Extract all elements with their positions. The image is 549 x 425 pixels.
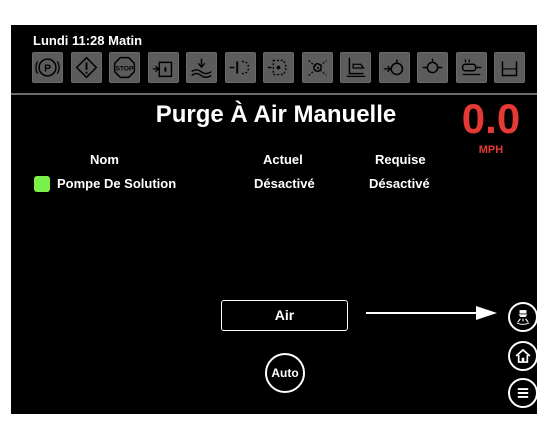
air-button[interactable]: Air xyxy=(221,300,348,331)
stop-icon: STOP xyxy=(109,52,140,83)
speed-readout: 0.0 xyxy=(461,95,521,142)
recovery-tank-icon xyxy=(186,52,217,83)
home-button[interactable] xyxy=(508,341,538,371)
date-time: Lundi 11:28 Matin xyxy=(33,33,143,48)
auto-button[interactable]: Auto xyxy=(265,353,305,393)
parking-brake-icon: P xyxy=(32,52,63,83)
svg-text:STOP: STOP xyxy=(116,65,134,72)
brush-icon xyxy=(224,52,256,83)
home-icon xyxy=(515,348,531,363)
column-header-actual: Actuel xyxy=(263,152,303,167)
machine-display: Lundi 11:28 Matin P STOP Purge À Air Man… xyxy=(11,25,538,414)
detergent-icon xyxy=(378,52,410,83)
row-required: Désactivé xyxy=(369,176,430,191)
warning-icon xyxy=(70,52,102,83)
column-header-name: Nom xyxy=(90,152,119,167)
hopper-icon xyxy=(494,52,525,83)
status-indicator xyxy=(34,176,50,192)
filter-icon xyxy=(455,52,487,83)
page-title: Purge À Air Manuelle xyxy=(155,101,397,128)
status-icon-bar: P STOP xyxy=(32,52,532,86)
engine-oil-icon xyxy=(417,52,448,83)
menu-button[interactable] xyxy=(508,378,538,408)
side-brush-icon xyxy=(301,52,333,83)
menu-icon xyxy=(517,388,529,398)
column-header-required: Requise xyxy=(375,152,426,167)
scrub-brush-icon xyxy=(263,52,294,83)
svg-text:P: P xyxy=(44,64,51,75)
squeegee-icon xyxy=(340,52,371,83)
speed-unit: MPH xyxy=(478,144,504,156)
spray-nozzle-button[interactable] xyxy=(508,302,538,332)
spray-nozzle-icon xyxy=(516,310,530,325)
row-actual: Désactivé xyxy=(254,176,315,191)
row-name: Pompe De Solution xyxy=(57,176,177,191)
solution-tank-icon xyxy=(147,52,179,83)
